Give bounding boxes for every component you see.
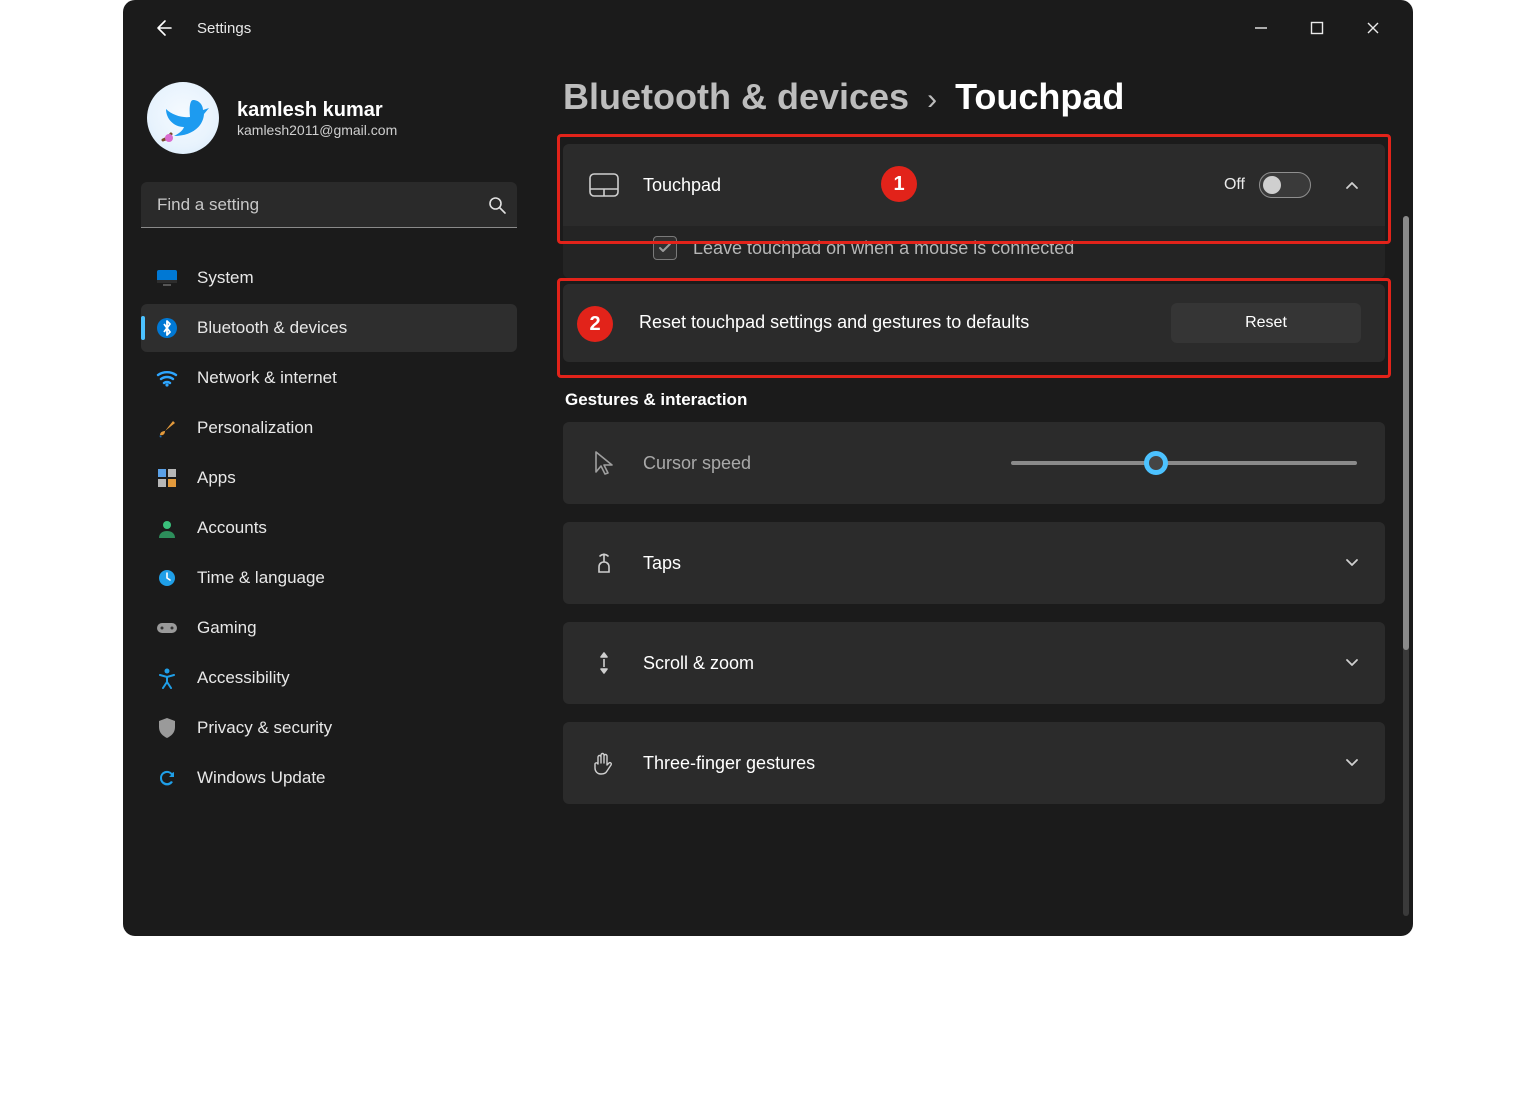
touchpad-toggle[interactable] — [1259, 172, 1311, 198]
display-icon — [155, 266, 179, 290]
sidebar-item-label: Network & internet — [197, 368, 337, 388]
cursor-speed-title: Cursor speed — [643, 453, 989, 474]
scroll-zoom-title: Scroll & zoom — [643, 653, 1311, 674]
cursor-speed-slider[interactable] — [1011, 461, 1357, 465]
reset-row: Reset touchpad settings and gestures to … — [563, 284, 1385, 362]
three-finger-title: Three-finger gestures — [643, 753, 1311, 774]
sidebar-item-label: Time & language — [197, 568, 325, 588]
scrollbar-thumb[interactable] — [1403, 216, 1409, 650]
leave-touchpad-label: Leave touchpad on when a mouse is connec… — [693, 238, 1074, 259]
chevron-down-icon — [1333, 654, 1361, 672]
sidebar-item-apps[interactable]: Apps — [141, 454, 517, 502]
scrollbar[interactable] — [1403, 216, 1409, 916]
sidebar-item-bluetooth-devices[interactable]: Bluetooth & devices — [141, 304, 517, 352]
sidebar-item-label: Privacy & security — [197, 718, 332, 738]
sidebar-item-label: Accounts — [197, 518, 267, 538]
minimize-icon — [1254, 21, 1268, 35]
gamepad-icon — [155, 616, 179, 640]
profile-block[interactable]: kamlesh kumar kamlesh2011@gmail.com — [141, 76, 517, 174]
profile-email: kamlesh2011@gmail.com — [237, 122, 397, 138]
maximize-icon — [1310, 21, 1324, 35]
page-title: Touchpad — [955, 76, 1124, 118]
slider-thumb[interactable] — [1144, 451, 1168, 475]
update-icon — [155, 766, 179, 790]
paintbrush-icon — [155, 416, 179, 440]
sidebar-item-accounts[interactable]: Accounts — [141, 504, 517, 552]
sidebar-item-personalization[interactable]: Personalization — [141, 404, 517, 452]
check-icon — [657, 240, 673, 256]
cursor-icon — [587, 450, 621, 476]
gestures-heading: Gestures & interaction — [565, 390, 1385, 410]
close-button[interactable] — [1345, 8, 1401, 48]
sidebar-item-accessibility[interactable]: Accessibility — [141, 654, 517, 702]
search-wrap — [141, 182, 517, 228]
sidebar-item-gaming[interactable]: Gaming — [141, 604, 517, 652]
sidebar-item-time-language[interactable]: Time & language — [141, 554, 517, 602]
breadcrumb: Bluetooth & devices › Touchpad — [563, 76, 1385, 144]
bluetooth-icon — [155, 316, 179, 340]
search-input[interactable] — [141, 182, 517, 228]
scroll-zoom-expander[interactable]: Scroll & zoom — [563, 622, 1385, 704]
avatar — [147, 82, 219, 154]
sidebar-item-windows-update[interactable]: Windows Update — [141, 754, 517, 802]
breadcrumb-parent[interactable]: Bluetooth & devices — [563, 76, 909, 118]
nav-list: System Bluetooth & devices Network & int… — [141, 254, 517, 802]
window-controls — [1233, 8, 1401, 48]
person-icon — [155, 516, 179, 540]
reset-button[interactable]: Reset — [1171, 303, 1361, 343]
chevron-down-icon — [1333, 754, 1361, 772]
touchpad-icon — [587, 173, 621, 197]
tap-icon — [587, 550, 621, 576]
sidebar-item-network[interactable]: Network & internet — [141, 354, 517, 402]
sidebar-item-label: Apps — [197, 468, 236, 488]
back-button[interactable] — [147, 12, 179, 44]
main-content: Bluetooth & devices › Touchpad Touchpad — [535, 56, 1413, 936]
taps-title: Taps — [643, 553, 1311, 574]
search-button[interactable] — [487, 195, 507, 215]
sidebar-item-label: Windows Update — [197, 768, 326, 788]
apps-icon — [155, 466, 179, 490]
touchpad-subpanel: Leave touchpad on when a mouse is connec… — [563, 226, 1385, 278]
sidebar-item-label: Accessibility — [197, 668, 290, 688]
accessibility-icon — [155, 666, 179, 690]
bird-icon — [151, 86, 215, 150]
cursor-speed-row: Cursor speed — [563, 422, 1385, 504]
arrow-left-icon — [153, 18, 173, 38]
three-finger-expander[interactable]: Three-finger gestures — [563, 722, 1385, 804]
app-title: Settings — [197, 20, 251, 37]
close-icon — [1366, 21, 1380, 35]
shield-icon — [155, 716, 179, 740]
wifi-icon — [155, 366, 179, 390]
settings-window: Settings — [123, 0, 1413, 936]
chevron-up-icon — [1333, 176, 1361, 194]
hand-icon — [587, 750, 621, 776]
minimize-button[interactable] — [1233, 8, 1289, 48]
sidebar-item-label: Personalization — [197, 418, 313, 438]
maximize-button[interactable] — [1289, 8, 1345, 48]
sidebar: kamlesh kumar kamlesh2011@gmail.com Syst… — [123, 56, 535, 936]
breadcrumb-separator: › — [925, 83, 939, 117]
sidebar-item-system[interactable]: System — [141, 254, 517, 302]
profile-name: kamlesh kumar — [237, 99, 397, 122]
scroll-icon — [587, 650, 621, 676]
clock-icon — [155, 566, 179, 590]
sidebar-item-privacy[interactable]: Privacy & security — [141, 704, 517, 752]
sidebar-item-label: Gaming — [197, 618, 257, 638]
touchpad-state-label: Off — [1224, 176, 1245, 194]
taps-expander[interactable]: Taps — [563, 522, 1385, 604]
search-icon — [487, 195, 507, 215]
sidebar-item-label: Bluetooth & devices — [197, 318, 347, 338]
chevron-down-icon — [1333, 554, 1361, 572]
titlebar: Settings — [123, 0, 1413, 56]
leave-touchpad-checkbox[interactable] — [653, 236, 677, 260]
reset-description: Reset touchpad settings and gestures to … — [639, 311, 1153, 334]
sidebar-item-label: System — [197, 268, 254, 288]
touchpad-expander[interactable]: Touchpad Off — [563, 144, 1385, 226]
touchpad-title: Touchpad — [643, 175, 1202, 196]
